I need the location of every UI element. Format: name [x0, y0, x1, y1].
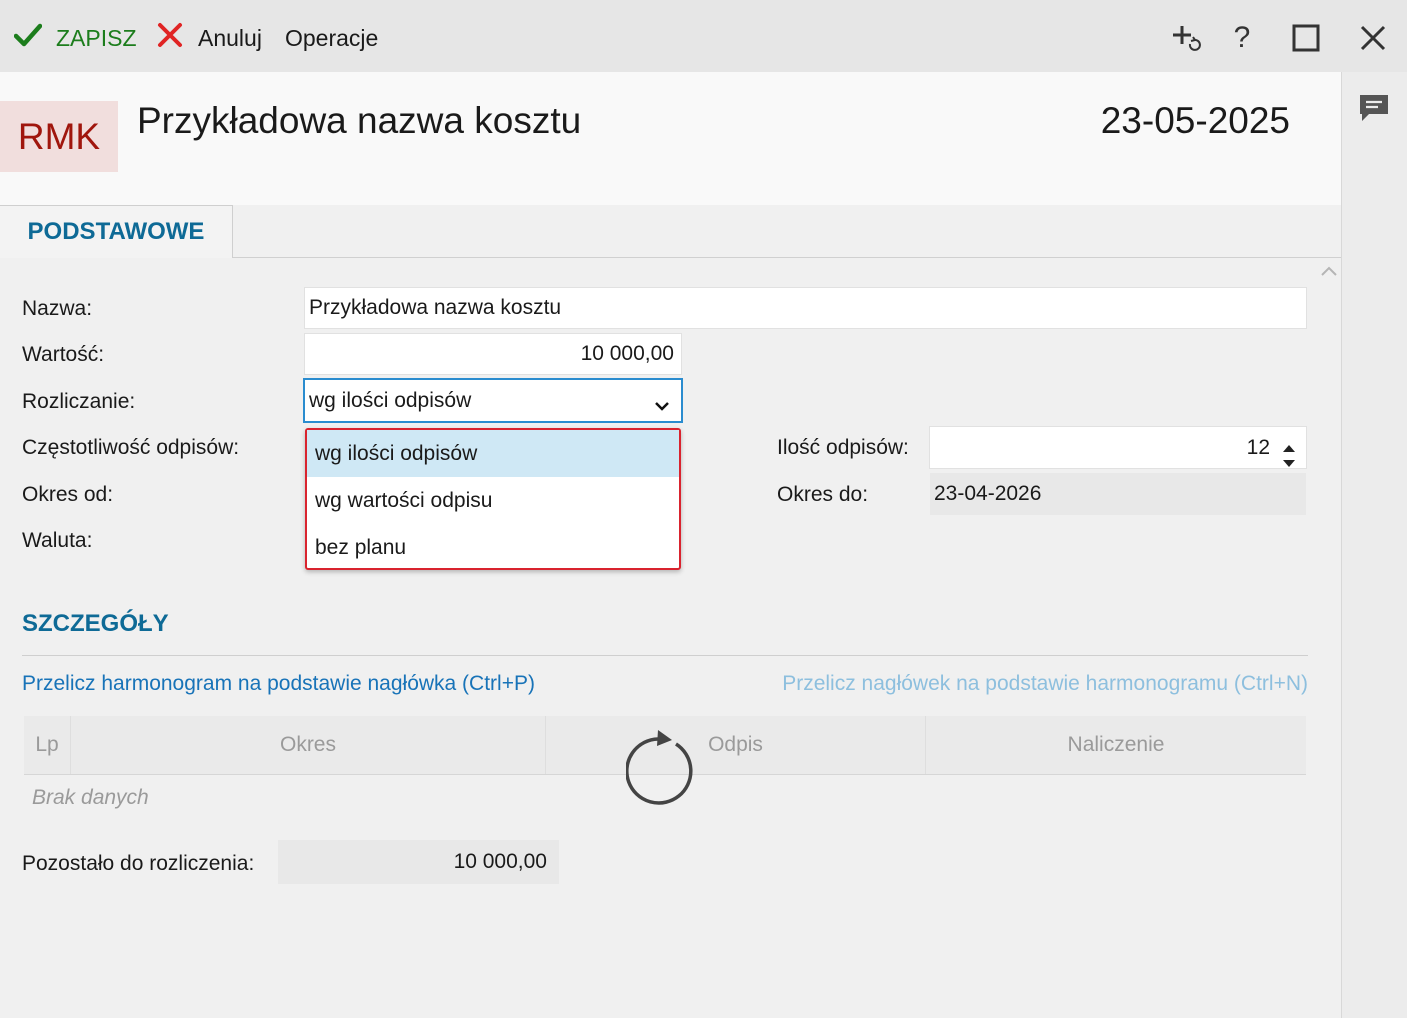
- dropdown-option[interactable]: bez planu: [307, 524, 679, 571]
- help-icon[interactable]: ?: [1222, 18, 1262, 58]
- rozliczanie-value: wg ilości odpisów: [309, 388, 472, 412]
- nazwa-value: Przykładowa nazwa kosztu: [309, 296, 562, 319]
- okres-od-label: Okres od:: [22, 483, 114, 506]
- rozliczanie-select[interactable]: wg ilości odpisów: [303, 378, 683, 423]
- dropdown-option[interactable]: wg wartości odpisu: [307, 477, 679, 524]
- save-label: ZAPISZ: [56, 24, 137, 51]
- column-header-okres[interactable]: Okres: [71, 716, 546, 774]
- add-refresh-icon[interactable]: [1165, 18, 1205, 58]
- okres-do-label: Okres do:: [777, 483, 869, 506]
- column-header-naliczenie[interactable]: Naliczenie: [926, 716, 1306, 774]
- close-icon[interactable]: [1353, 18, 1393, 58]
- column-header-lp[interactable]: Lp: [24, 716, 71, 774]
- dropdown-option[interactable]: wg ilości odpisów: [307, 430, 679, 477]
- remaining-value: 10 000,00: [453, 850, 547, 873]
- help-glyph: ?: [1233, 21, 1251, 54]
- okres-do-field: 23-04-2026: [930, 473, 1306, 515]
- x-icon: [157, 22, 183, 54]
- maximize-icon[interactable]: [1286, 18, 1326, 58]
- wartosc-label: Wartość:: [22, 343, 105, 366]
- operations-menu-button[interactable]: Operacje: [285, 22, 378, 54]
- comments-icon[interactable]: [1357, 92, 1391, 129]
- okres-do-value: 23-04-2026: [934, 482, 1042, 505]
- side-panel: [1341, 72, 1407, 1018]
- tab-bar: PODSTAWOWE: [0, 205, 1341, 258]
- column-header-odpis[interactable]: Odpis: [546, 716, 926, 774]
- wartosc-field[interactable]: 10 000,00: [304, 333, 682, 375]
- recalc-header-link[interactable]: Przelicz nagłówek na podstawie harmonogr…: [782, 672, 1308, 696]
- chevron-down-icon: [654, 394, 670, 418]
- stepper-down-icon[interactable]: [1282, 451, 1296, 475]
- remaining-label: Pozostało do rozliczenia:: [22, 852, 255, 875]
- document-header: RMK Przykładowa nazwa kosztu 23-05-2025: [0, 72, 1341, 205]
- loading-spinner-icon: [625, 730, 702, 810]
- ilosc-odpisow-label: Ilość odpisów:: [777, 436, 909, 459]
- waluta-label: Waluta:: [22, 529, 93, 552]
- rozliczanie-dropdown-list: wg ilości odpisów wg wartości odpisu bez…: [305, 428, 681, 570]
- page-title: Przykładowa nazwa kosztu: [137, 100, 582, 141]
- section-title: SZCZEGÓŁY: [22, 610, 169, 637]
- save-button[interactable]: ZAPISZ: [13, 22, 137, 54]
- nazwa-label: Nazwa:: [22, 297, 93, 320]
- document-date: 23-05-2025: [1100, 100, 1290, 141]
- empty-grid-text: Brak danych: [32, 786, 149, 809]
- remaining-value-field: 10 000,00: [278, 840, 559, 884]
- nazwa-field[interactable]: Przykładowa nazwa kosztu: [304, 287, 1307, 329]
- czestotliwosc-label: Częstotliwość odpisów:: [22, 436, 240, 459]
- ilosc-odpisow-value: 12: [1246, 435, 1270, 459]
- toolbar: ZAPISZ Anuluj Operacje ?: [0, 0, 1407, 72]
- recalc-schedule-link[interactable]: Przelicz harmonogram na podstawie nagłów…: [22, 672, 535, 696]
- wartosc-value: 10 000,00: [580, 342, 674, 365]
- scroll-up-icon[interactable]: [1320, 264, 1338, 282]
- ilosc-odpisow-stepper[interactable]: 12: [929, 426, 1307, 469]
- cancel-button[interactable]: Anuluj: [157, 22, 262, 54]
- checkmark-icon: [13, 23, 43, 53]
- section-divider: [22, 655, 1308, 656]
- document-type-badge: RMK: [0, 101, 118, 172]
- operations-label: Operacje: [285, 24, 379, 51]
- rozliczanie-label: Rozliczanie:: [22, 390, 136, 413]
- tab-podstawowe[interactable]: PODSTAWOWE: [0, 205, 233, 258]
- cancel-label: Anuluj: [198, 24, 262, 51]
